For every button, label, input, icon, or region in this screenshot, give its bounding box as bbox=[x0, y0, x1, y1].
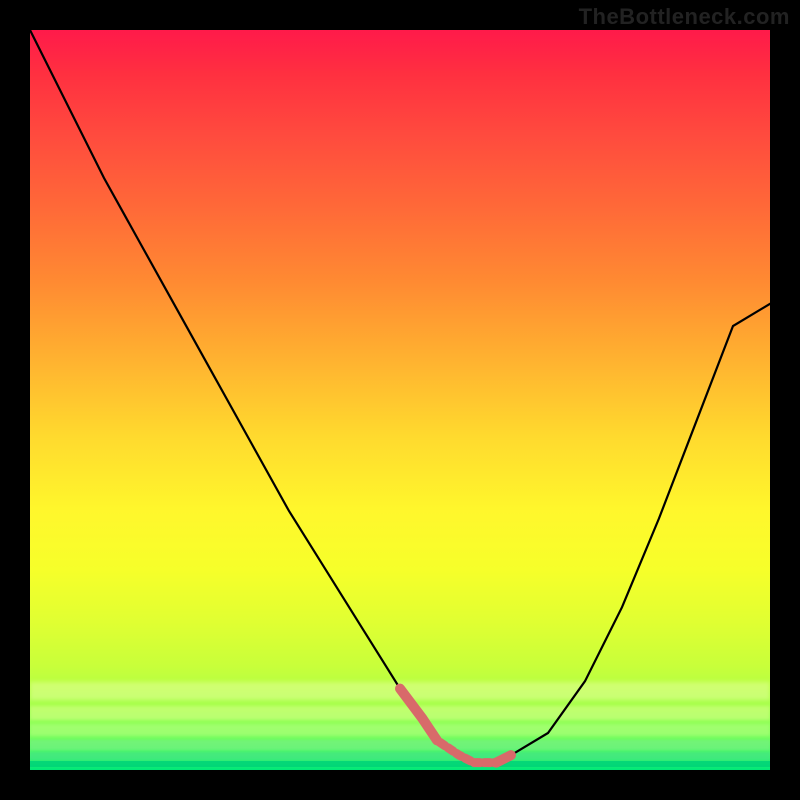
plot-area bbox=[30, 30, 770, 770]
watermark-text: TheBottleneck.com bbox=[579, 4, 790, 30]
chart-frame: TheBottleneck.com bbox=[0, 0, 800, 800]
highlight-segment-mid bbox=[422, 718, 511, 762]
curve-line bbox=[30, 30, 770, 763]
highlight-segment-right bbox=[496, 755, 511, 762]
curve-svg bbox=[30, 30, 770, 770]
